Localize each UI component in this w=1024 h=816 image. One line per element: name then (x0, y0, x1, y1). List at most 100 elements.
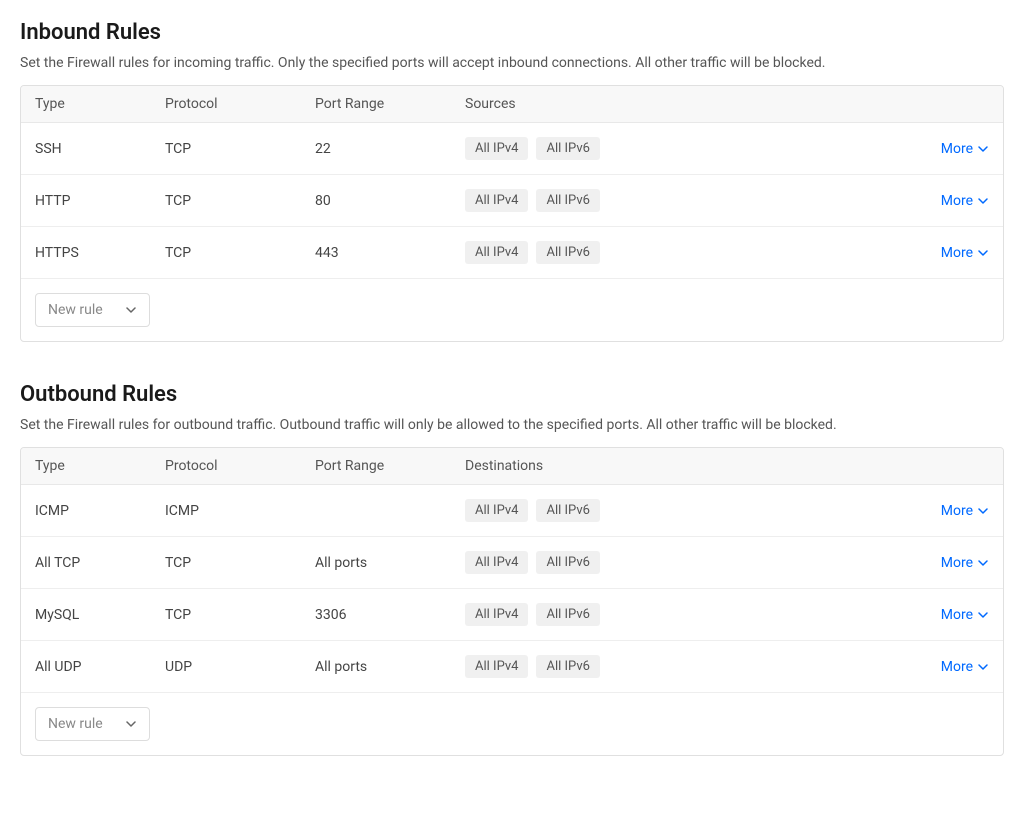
cell-port-range: All ports (315, 555, 465, 571)
source-tag: All IPv6 (536, 137, 599, 160)
cell-action: More (909, 607, 989, 623)
outbound-new-rule-select[interactable]: New rule (35, 707, 150, 741)
chevron-down-icon (977, 247, 989, 259)
cell-sources: All IPv4All IPv6 (465, 189, 909, 212)
cell-port-range: 80 (315, 193, 465, 209)
cell-action: More (909, 659, 989, 675)
more-button[interactable]: More (909, 607, 989, 623)
source-tag: All IPv6 (536, 241, 599, 264)
inbound-title: Inbound Rules (20, 20, 1004, 45)
inbound-section: Inbound Rules Set the Firewall rules for… (20, 20, 1004, 342)
source-tag: All IPv4 (465, 603, 528, 626)
col-header-action (909, 458, 989, 474)
cell-protocol: TCP (165, 141, 315, 157)
cell-sources: All IPv4All IPv6 (465, 551, 909, 574)
col-header-protocol: Protocol (165, 458, 315, 474)
cell-action: More (909, 555, 989, 571)
source-tags: All IPv4 All IPv6 (465, 241, 909, 264)
cell-action: More (909, 245, 989, 261)
chevron-down-icon (977, 143, 989, 155)
more-button[interactable]: More (909, 659, 989, 675)
chevron-down-icon (125, 718, 137, 730)
cell-protocol: TCP (165, 193, 315, 209)
more-button[interactable]: More (909, 245, 989, 261)
source-tag: All IPv4 (465, 137, 528, 160)
inbound-table-header: Type Protocol Port Range Sources (21, 86, 1003, 123)
col-header-type: Type (35, 458, 165, 474)
more-label: More (941, 141, 973, 157)
source-tags: All IPv4All IPv6 (465, 189, 909, 212)
source-tag: All IPv6 (536, 655, 599, 678)
cell-sources: All IPv4All IPv6 (465, 603, 909, 626)
chevron-down-icon (977, 557, 989, 569)
cell-port-range: All ports (315, 659, 465, 675)
table-row: HTTPSTCP443All IPv4All IPv6More (21, 227, 1003, 278)
col-header-protocol: Protocol (165, 96, 315, 112)
outbound-table: Type Protocol Port Range Destinations IC… (20, 447, 1004, 756)
more-label: More (941, 607, 973, 623)
more-label: More (941, 555, 973, 571)
cell-action: More (909, 141, 989, 157)
cell-sources: All IPv4 All IPv6 (465, 499, 909, 522)
outbound-table-header: Type Protocol Port Range Destinations (21, 448, 1003, 485)
cell-type: All TCP (35, 555, 165, 571)
more-button[interactable]: More (909, 193, 989, 209)
outbound-new-rule-row: New rule (21, 692, 1003, 755)
source-tags: All IPv4 All IPv6 (465, 655, 909, 678)
cell-type: MySQL (35, 607, 165, 623)
col-header-port: Port Range (315, 96, 465, 112)
source-tag: All IPv4 (465, 499, 528, 522)
cell-protocol: TCP (165, 607, 315, 623)
source-tag: All IPv6 (536, 189, 599, 212)
table-row: ICMPICMPAll IPv4All IPv6More (21, 485, 1003, 537)
source-tag: All IPv4 (465, 655, 528, 678)
more-button[interactable]: More (909, 555, 989, 571)
source-tags: All IPv4All IPv6 (465, 551, 909, 574)
chevron-down-icon (977, 609, 989, 621)
inbound-new-rule-select[interactable]: New rule (35, 293, 150, 327)
cell-action: More (909, 503, 989, 519)
source-tag: All IPv6 (536, 499, 599, 522)
source-tags: All IPv4All IPv6 (465, 603, 909, 626)
inbound-description: Set the Firewall rules for incoming traf… (20, 55, 1004, 71)
chevron-down-icon (977, 505, 989, 517)
outbound-title: Outbound Rules (20, 382, 1004, 407)
chevron-down-icon (125, 304, 137, 316)
cell-type: SSH (35, 141, 165, 157)
chevron-down-icon (977, 195, 989, 207)
cell-type: HTTPS (35, 245, 165, 261)
cell-protocol: TCP (165, 555, 315, 571)
col-header-sources: Sources (465, 96, 909, 112)
table-row: HTTPTCP80All IPv4All IPv6 More (21, 175, 1003, 227)
cell-type: ICMP (35, 503, 165, 519)
more-label: More (941, 193, 973, 209)
cell-port-range: 22 (315, 141, 465, 157)
col-header-action (909, 96, 989, 112)
table-row: MySQLTCP3306All IPv4All IPv6 More (21, 589, 1003, 641)
col-header-port: Port Range (315, 458, 465, 474)
cell-sources: All IPv4 All IPv6 (465, 137, 909, 160)
cell-sources: All IPv4 All IPv6 (465, 655, 909, 678)
source-tags: All IPv4 All IPv6 (465, 499, 909, 522)
more-label: More (941, 245, 973, 261)
outbound-description: Set the Firewall rules for outbound traf… (20, 417, 1004, 433)
more-label: More (941, 659, 973, 675)
table-row: SSHTCP22All IPv4 All IPv6 More (21, 123, 1003, 175)
cell-sources: All IPv4 All IPv6 (465, 241, 909, 264)
more-button[interactable]: More (909, 141, 989, 157)
table-row: All TCPTCPAll portsAll IPv4All IPv6 More (21, 537, 1003, 589)
source-tag: All IPv6 (536, 551, 599, 574)
chevron-down-icon (977, 661, 989, 673)
new-rule-label: New rule (48, 716, 103, 732)
table-row: All UDPUDPAll portsAll IPv4All IPv6More (21, 641, 1003, 692)
more-button[interactable]: More (909, 503, 989, 519)
new-rule-label: New rule (48, 302, 103, 318)
more-label: More (941, 503, 973, 519)
cell-port-range: 443 (315, 245, 465, 261)
source-tag: All IPv4 (465, 241, 528, 264)
col-header-type: Type (35, 96, 165, 112)
cell-action: More (909, 193, 989, 209)
cell-port-range: 3306 (315, 607, 465, 623)
inbound-new-rule-row: New rule (21, 278, 1003, 341)
cell-type: HTTP (35, 193, 165, 209)
